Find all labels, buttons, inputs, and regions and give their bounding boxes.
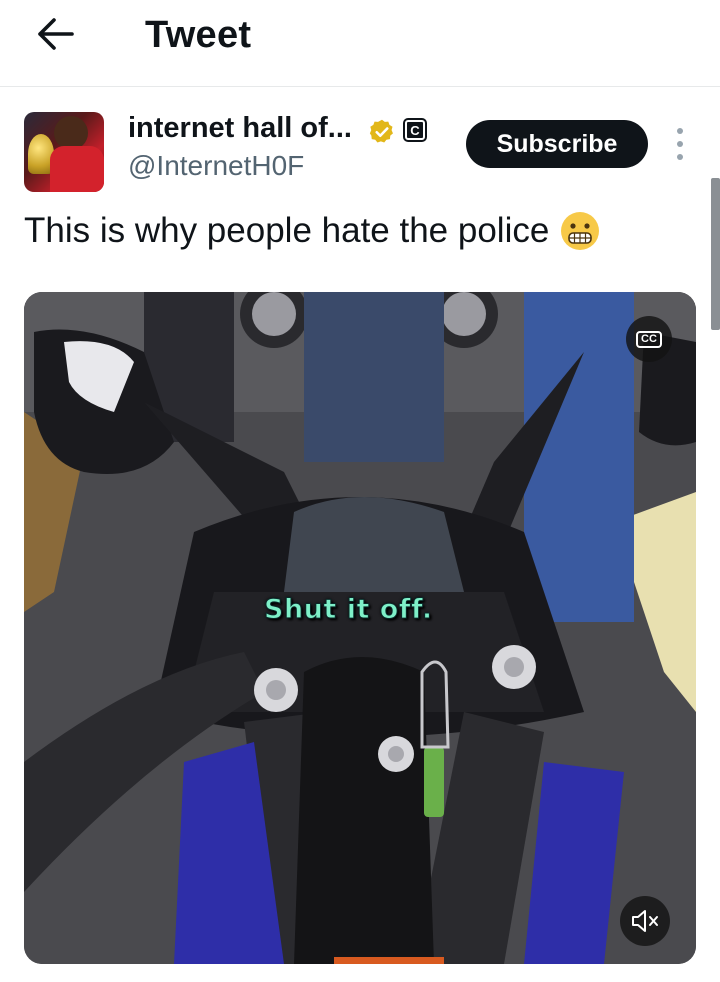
closed-captions-button[interactable]: CC xyxy=(626,316,672,362)
dot xyxy=(677,154,683,160)
scrollbar[interactable] xyxy=(711,178,720,330)
mute-button[interactable] xyxy=(620,896,670,946)
verified-badge-icon xyxy=(369,119,393,143)
author-display-name[interactable]: internet hall of... xyxy=(128,112,352,145)
back-button[interactable] xyxy=(30,12,82,56)
top-bar: Tweet xyxy=(0,0,720,87)
avatar-jersey xyxy=(50,146,104,192)
vertical-dots-icon xyxy=(677,128,683,134)
affiliate-badge-letter: C xyxy=(405,120,425,140)
author-handle[interactable]: @InternetH0F xyxy=(128,150,304,182)
more-options-button[interactable] xyxy=(668,128,692,160)
tweet-text-row: This is why people hate the police xyxy=(24,210,601,252)
speaker-muted-icon xyxy=(632,910,658,932)
page-title: Tweet xyxy=(145,14,252,56)
video-caption: Shut it off. xyxy=(264,594,433,626)
cc-icon: CC xyxy=(636,330,662,348)
video-player[interactable]: Shut it off. CC xyxy=(24,292,696,964)
avatar[interactable] xyxy=(24,112,104,192)
tweet-text: This is why people hate the police xyxy=(24,211,550,250)
dot xyxy=(677,141,683,147)
grimacing-face-icon xyxy=(561,212,600,250)
subscribe-button[interactable]: Subscribe xyxy=(466,120,648,168)
arrow-left-icon xyxy=(38,18,74,50)
video-frame xyxy=(24,292,696,964)
avatar-head xyxy=(54,116,88,150)
affiliate-badge-icon: C xyxy=(403,118,427,142)
